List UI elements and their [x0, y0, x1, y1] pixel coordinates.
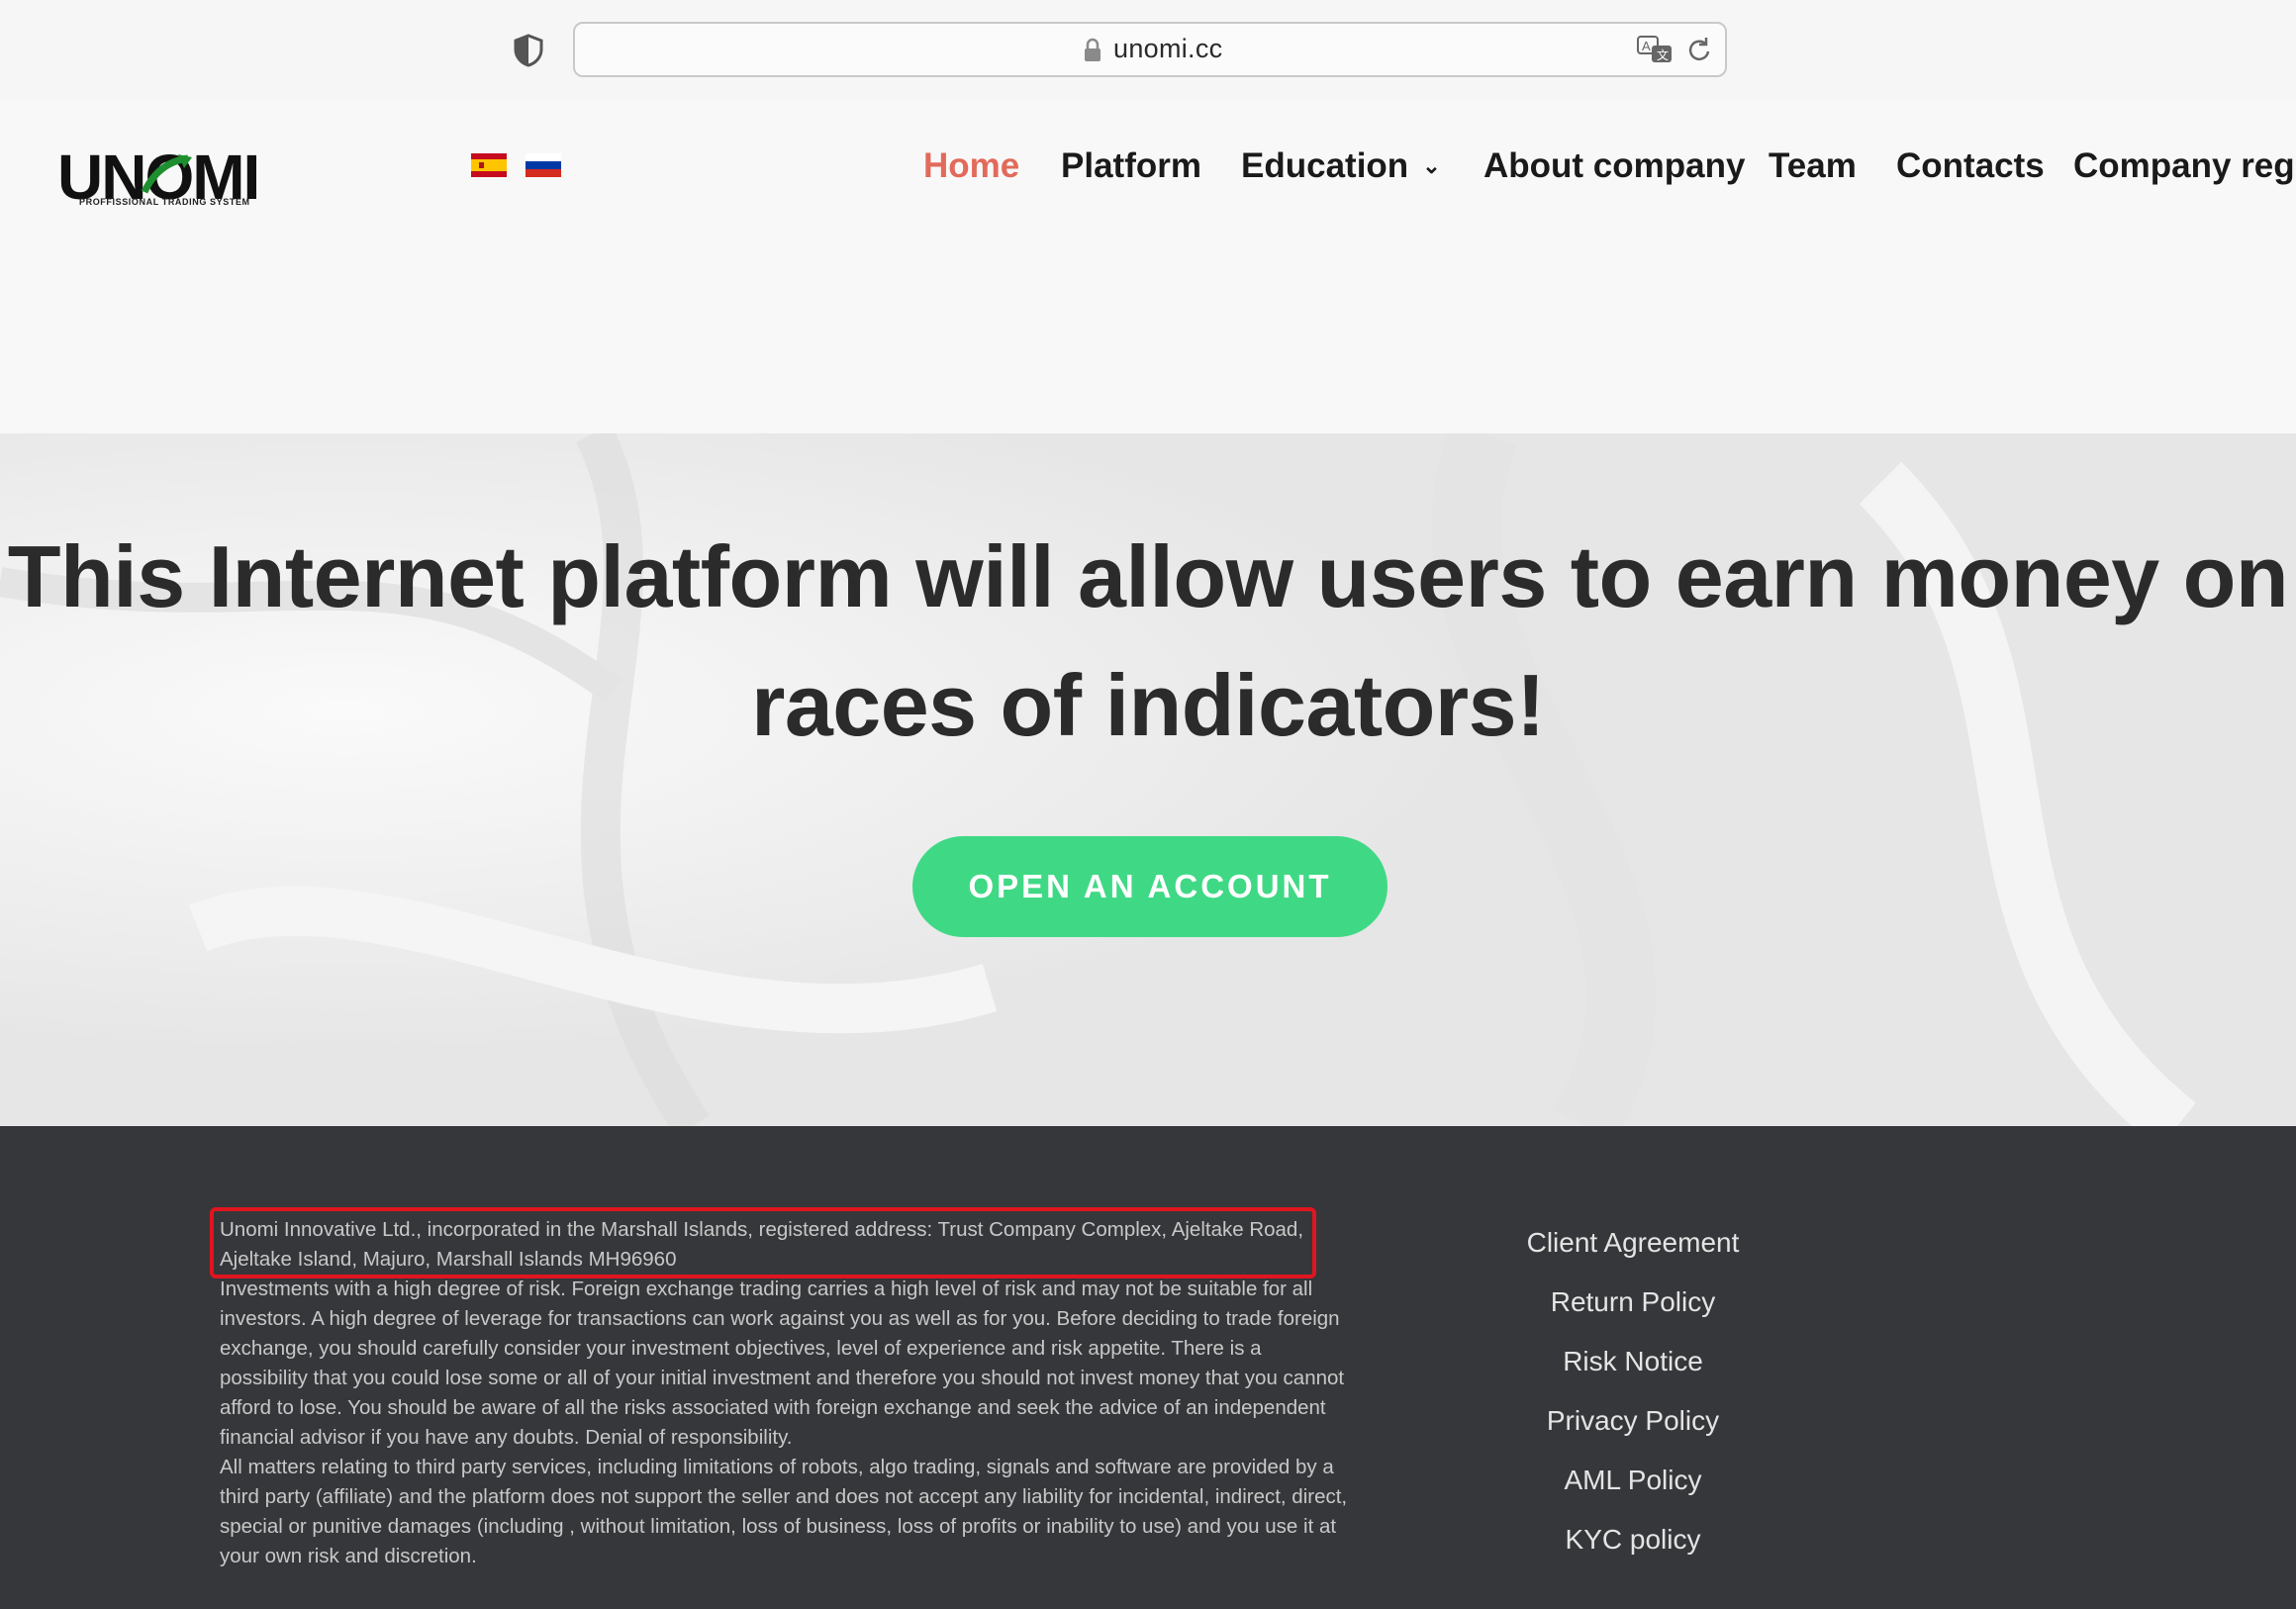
- logo-tagline: PROFFISSIONAL TRADING SYSTEM: [79, 197, 250, 207]
- footer-link-risk-notice[interactable]: Risk Notice: [1435, 1332, 1831, 1391]
- third-party-disclaimer-text: All matters relating to third party serv…: [220, 1456, 1348, 1567]
- address-bar[interactable]: unomi.cc A 文: [573, 22, 1727, 77]
- main-navigation: Home Platform Education ⌄ About company T…: [0, 146, 2296, 196]
- footer-link-aml-policy[interactable]: AML Policy: [1435, 1451, 1831, 1510]
- chevron-down-icon: ⌄: [1422, 153, 1441, 178]
- shield-icon[interactable]: [513, 34, 544, 67]
- open-account-button[interactable]: OPEN AN ACCOUNT: [912, 836, 1387, 937]
- reload-icon[interactable]: [1685, 36, 1713, 65]
- nav-education[interactable]: Education ⌄: [1241, 146, 1441, 186]
- site-header: UNOMI PROFFISSIONAL TRADING SYSTEM Home …: [0, 101, 2296, 433]
- nav-contacts[interactable]: Contacts: [1896, 146, 2045, 186]
- footer-link-client-agreement[interactable]: Client Agreement: [1435, 1213, 1831, 1273]
- hero-section: This Internet platform will allow users …: [0, 433, 2296, 1126]
- hero-title-line-2: races of indicators!: [751, 656, 1545, 754]
- svg-text:A: A: [1642, 39, 1651, 53]
- url-text: unomi.cc: [1113, 34, 1223, 63]
- footer-links: Client Agreement Return Policy Risk Noti…: [1435, 1213, 1831, 1569]
- risk-warning-text: Investments with a high degree of risk. …: [220, 1278, 1345, 1449]
- red-highlight-annotation: [210, 1207, 1316, 1278]
- nav-team[interactable]: Team: [1769, 146, 1857, 186]
- browser-toolbar: unomi.cc A 文: [0, 0, 2296, 101]
- nav-education-label: Education: [1241, 146, 1409, 185]
- lock-icon: [1085, 38, 1100, 61]
- hero-title-line-1: This Internet platform will allow users …: [7, 527, 2289, 625]
- nav-platform[interactable]: Platform: [1061, 146, 1201, 186]
- site-footer: Unomi Innovative Ltd., incorporated in t…: [0, 1126, 2296, 1609]
- translate-icon[interactable]: A 文: [1636, 34, 1674, 65]
- footer-link-return-policy[interactable]: Return Policy: [1435, 1273, 1831, 1332]
- nav-about-company[interactable]: About company: [1483, 146, 1745, 186]
- nav-company-registration[interactable]: Company regis: [2073, 146, 2296, 186]
- footer-link-privacy-policy[interactable]: Privacy Policy: [1435, 1391, 1831, 1451]
- footer-link-kyc-policy[interactable]: KYC policy: [1435, 1510, 1831, 1569]
- hero-title: This Internet platform will allow users …: [0, 513, 2296, 770]
- svg-text:文: 文: [1657, 47, 1669, 62]
- nav-home[interactable]: Home: [923, 146, 1019, 186]
